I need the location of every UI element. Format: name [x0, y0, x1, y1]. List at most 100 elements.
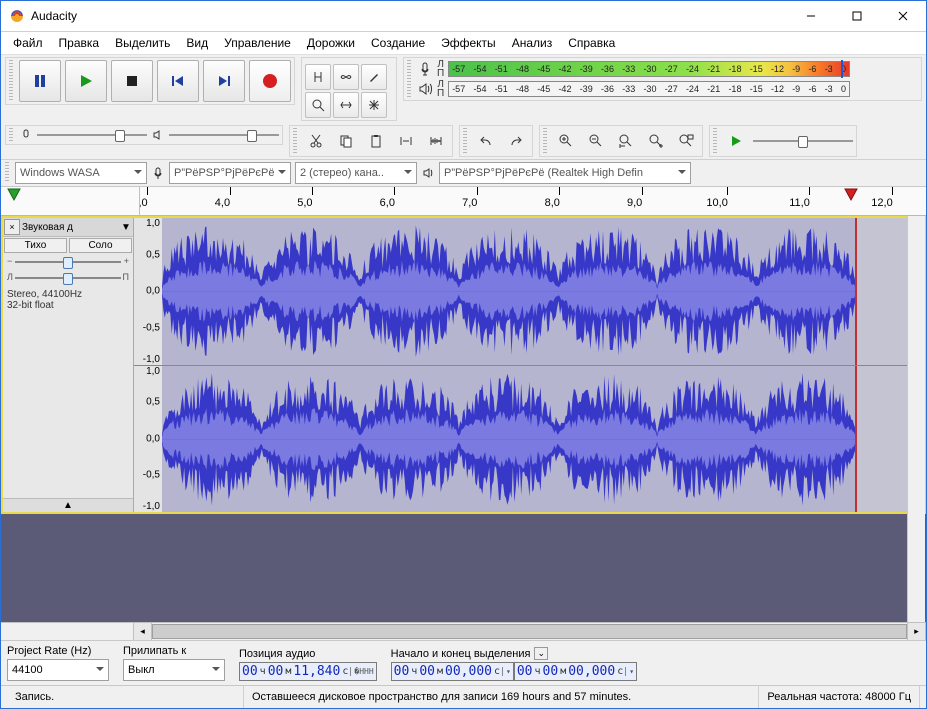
grip-handle[interactable] — [9, 128, 13, 142]
selection-label: Начало и конец выделения — [391, 648, 531, 660]
status-left: Запись. — [7, 686, 244, 708]
menu-дорожки[interactable]: Дорожки — [299, 34, 363, 52]
grip-handle[interactable] — [713, 128, 717, 154]
redo-button[interactable] — [503, 128, 529, 154]
play-head-marker[interactable] — [7, 188, 21, 202]
trim-button[interactable] — [393, 128, 419, 154]
recording-meter: ЛП -57-54-51-48-45-42-39-36-33-30-27-24-… — [403, 57, 922, 101]
waveform-channel-right[interactable]: 1,00,50,0-0,5-1,0 — [134, 366, 924, 513]
mute-button[interactable]: Тихо — [4, 238, 67, 253]
waveform-channel-left[interactable]: 1,00,50,0-0,5-1,0 — [134, 218, 924, 366]
selection-end-field[interactable]: 00ч 00м 00,000с▾ — [514, 662, 637, 681]
playback-level-meter[interactable]: -57-54-51-48-45-42-39-36-33-30-27-24-21-… — [448, 81, 850, 97]
ruler-tick: 11,0 — [800, 187, 821, 209]
record-button[interactable] — [249, 60, 291, 102]
grip-handle[interactable] — [9, 60, 13, 102]
playback-volume-slider[interactable] — [169, 128, 279, 142]
stop-button[interactable] — [111, 60, 153, 102]
menu-правка[interactable]: Правка — [51, 34, 108, 52]
playback-device-combo[interactable]: Р”РёРЅР°РјРёРєРё (Realtek High Defin — [439, 162, 691, 184]
play-at-speed-button[interactable] — [723, 128, 749, 154]
multi-tool[interactable] — [361, 92, 387, 118]
recording-device-combo[interactable]: Р”РёРЅР°РјРёРєРё — [169, 162, 291, 184]
zoom-out-button[interactable] — [583, 128, 609, 154]
menu-вид[interactable]: Вид — [178, 34, 216, 52]
zoom-toolbar — [539, 125, 703, 157]
menu-выделить[interactable]: Выделить — [107, 34, 178, 52]
selection-mode-dropdown[interactable]: ⌄ — [534, 647, 548, 660]
play-button[interactable] — [65, 60, 107, 102]
snap-to-label: Прилипать к — [123, 645, 225, 657]
ruler-tick: 6,0 — [387, 187, 402, 209]
record-head-marker[interactable] — [844, 188, 858, 202]
skip-start-button[interactable] — [157, 60, 199, 102]
pause-button[interactable] — [19, 60, 61, 102]
recording-channels-combo[interactable]: 2 (стерео) кана.. — [295, 162, 417, 184]
timeline-ruler[interactable]: 3,04,05,06,07,08,09,010,011,012,0 — [1, 187, 926, 216]
transport-toolbar — [5, 57, 295, 105]
app-icon — [9, 8, 25, 24]
ruler-tick: 12,0 — [882, 187, 903, 209]
timeshift-tool[interactable] — [333, 92, 359, 118]
draw-tool[interactable] — [361, 64, 387, 90]
gain-slider[interactable]: −+ — [7, 256, 129, 268]
grip-handle[interactable] — [543, 128, 547, 154]
fit-selection-button[interactable] — [613, 128, 639, 154]
zoom-toggle-button[interactable] — [673, 128, 699, 154]
pan-slider[interactable]: ЛП — [7, 272, 129, 284]
status-actual-rate: Реальная частота: 48000 Гц — [759, 686, 920, 708]
paste-button[interactable] — [363, 128, 389, 154]
grip-handle[interactable] — [5, 162, 9, 182]
mic-icon — [19, 128, 33, 142]
selection-tool[interactable] — [305, 64, 331, 90]
close-button[interactable] — [880, 1, 926, 31]
scroll-left-button[interactable]: ◂ — [133, 622, 152, 641]
mic-icon — [417, 61, 433, 77]
speaker-icon — [421, 166, 435, 180]
menu-управление[interactable]: Управление — [216, 34, 299, 52]
track-format-info: Stereo, 44100Hz32-bit float — [3, 286, 133, 314]
menu-создание[interactable]: Создание — [363, 34, 433, 52]
empty-track-area[interactable] — [1, 514, 926, 622]
silence-button[interactable] — [423, 128, 449, 154]
playback-speed-slider[interactable] — [753, 134, 853, 148]
recording-level-meter[interactable]: -57-54-51-48-45-42-39-36-33-30-27-24-21-… — [448, 61, 850, 77]
tools-toolbar — [301, 57, 397, 121]
grip-handle[interactable] — [407, 60, 411, 98]
audio-position-field[interactable]: 00ч 00м 11,840с�HHH — [239, 662, 377, 681]
menu-анализ[interactable]: Анализ — [504, 34, 561, 52]
track-name[interactable]: Звуковая д — [20, 222, 120, 233]
project-rate-combo[interactable]: 44100 — [7, 659, 109, 681]
grip-handle[interactable] — [463, 128, 467, 154]
meter-channel-label: ЛП — [437, 80, 444, 98]
fit-project-button[interactable] — [643, 128, 669, 154]
track-control-panel: × Звуковая д ▼ Тихо Соло −+ ЛП — [3, 218, 134, 512]
track-close-button[interactable]: × — [4, 219, 20, 235]
minimize-button[interactable] — [788, 1, 834, 31]
undo-button[interactable] — [473, 128, 499, 154]
mic-icon — [151, 166, 165, 180]
ruler-tick: 9,0 — [635, 187, 650, 209]
envelope-tool[interactable] — [333, 64, 359, 90]
horizontal-scrollbar[interactable]: ◂ ▸ — [1, 622, 926, 640]
recording-volume-slider[interactable] — [37, 128, 147, 142]
track-menu-button[interactable]: ▼ — [120, 222, 132, 233]
skip-end-button[interactable] — [203, 60, 245, 102]
grip-handle[interactable] — [293, 128, 297, 154]
tracks-area: × Звуковая д ▼ Тихо Соло −+ ЛП — [1, 216, 926, 622]
track-collapse-button[interactable]: ▲ — [3, 498, 133, 512]
scroll-right-button[interactable]: ▸ — [907, 622, 926, 641]
menu-эффекты[interactable]: Эффекты — [433, 34, 504, 52]
audio-host-combo[interactable]: Windows WASA — [15, 162, 147, 184]
cut-button[interactable] — [303, 128, 329, 154]
zoom-in-button[interactable] — [553, 128, 579, 154]
zoom-tool[interactable] — [305, 92, 331, 118]
snap-to-combo[interactable]: Выкл — [123, 659, 225, 681]
copy-button[interactable] — [333, 128, 359, 154]
menu-справка[interactable]: Справка — [560, 34, 623, 52]
solo-button[interactable]: Соло — [69, 238, 132, 253]
vertical-scrollbar[interactable] — [907, 216, 925, 622]
maximize-button[interactable] — [834, 1, 880, 31]
selection-start-field[interactable]: 00ч 00м 00,000с▾ — [391, 662, 514, 681]
menu-файл[interactable]: Файл — [5, 34, 51, 52]
